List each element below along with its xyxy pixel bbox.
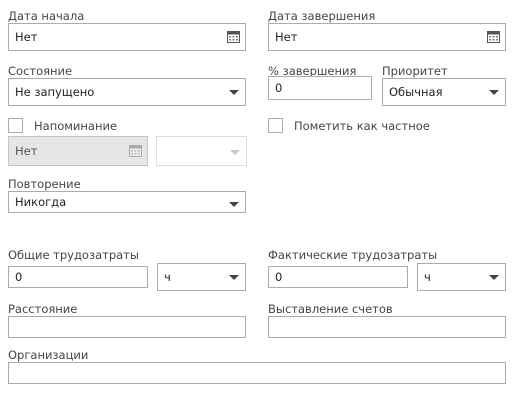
- calendar-icon[interactable]: [227, 31, 240, 43]
- status-label: Состояние: [8, 64, 73, 78]
- recurrence-select[interactable]: Никогда: [8, 191, 246, 213]
- chevron-down-icon: [229, 90, 239, 95]
- chevron-down-icon: [489, 90, 499, 95]
- calendar-icon[interactable]: [487, 31, 500, 43]
- mileage-input[interactable]: [8, 316, 246, 338]
- chevron-down-icon: [229, 275, 239, 280]
- recurrence-label: Повторение: [8, 177, 81, 191]
- priority-select[interactable]: Обычная: [382, 78, 506, 106]
- billing-label: Выставление счетов: [268, 302, 393, 316]
- reminder-label: Напоминание: [34, 119, 118, 133]
- recurrence-value: Никогда: [15, 195, 67, 209]
- percent-complete-value: 0: [275, 81, 283, 95]
- actual-work-input[interactable]: 0: [268, 266, 408, 288]
- reminder-date-field[interactable]: Нет: [8, 136, 148, 166]
- chevron-down-icon: [229, 202, 239, 207]
- actual-work-value: 0: [275, 270, 283, 284]
- total-work-unit-select[interactable]: ч: [157, 263, 246, 291]
- billing-input[interactable]: [268, 316, 506, 338]
- companies-input[interactable]: [8, 362, 506, 384]
- end-date-value: Нет: [275, 30, 298, 44]
- reminder-time-select[interactable]: [156, 136, 247, 166]
- total-work-input[interactable]: 0: [8, 266, 148, 288]
- actual-work-unit-value: ч: [424, 270, 431, 284]
- end-date-field[interactable]: Нет: [268, 23, 506, 51]
- priority-value: Обычная: [389, 85, 443, 99]
- status-value: Не запущено: [15, 85, 95, 99]
- mileage-label: Расстояние: [8, 302, 78, 316]
- start-date-value: Нет: [15, 30, 38, 44]
- calendar-icon[interactable]: [129, 145, 142, 157]
- total-work-label: Общие трудозатраты: [8, 248, 139, 262]
- private-checkbox[interactable]: [268, 118, 283, 133]
- private-label: Пометить как частное: [294, 119, 430, 133]
- total-work-value: 0: [15, 270, 23, 284]
- actual-work-label: Фактические трудозатраты: [268, 248, 438, 262]
- chevron-down-icon: [489, 275, 499, 280]
- total-work-unit-value: ч: [164, 270, 171, 284]
- priority-label: Приоритет: [382, 64, 448, 78]
- end-date-label: Дата завершения: [268, 9, 376, 23]
- actual-work-unit-select[interactable]: ч: [417, 263, 506, 291]
- start-date-field[interactable]: Нет: [8, 23, 246, 51]
- chevron-down-icon: [230, 150, 240, 155]
- companies-label: Организации: [8, 348, 89, 362]
- percent-complete-input[interactable]: 0: [268, 76, 372, 100]
- status-select[interactable]: Не запущено: [8, 78, 246, 106]
- reminder-checkbox[interactable]: [8, 118, 23, 133]
- start-date-label: Дата начала: [8, 9, 85, 23]
- reminder-date-value: Нет: [15, 144, 38, 158]
